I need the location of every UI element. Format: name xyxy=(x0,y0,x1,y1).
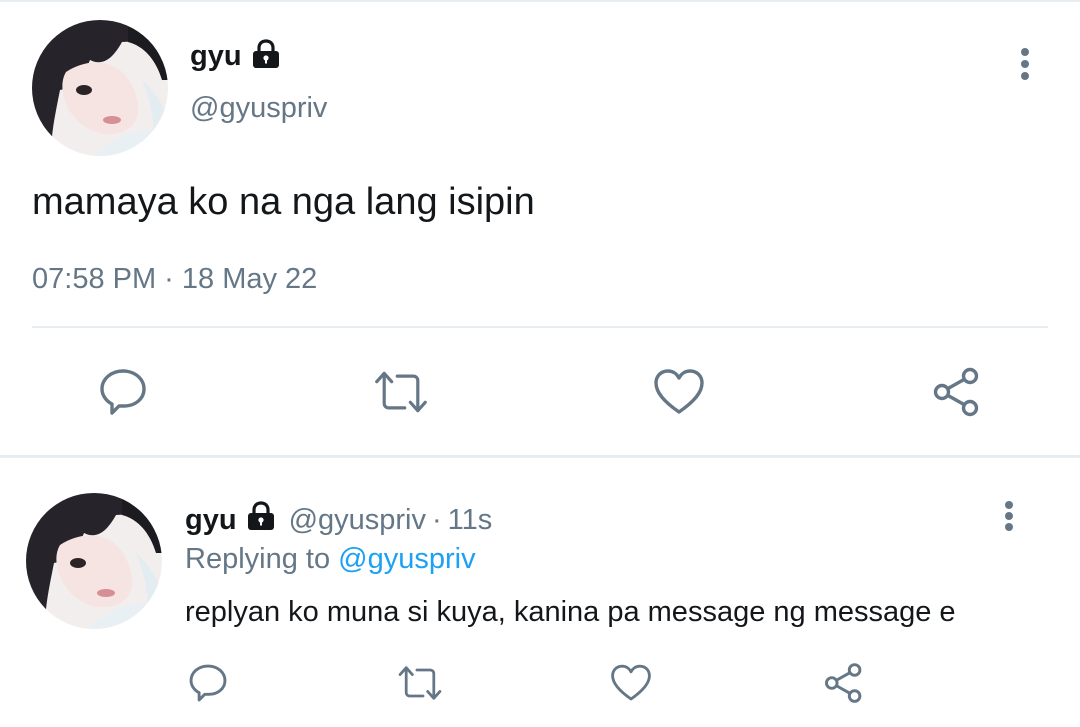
share-icon[interactable] xyxy=(929,364,985,420)
tweet-timestamp[interactable]: 07:58 PM · 18 May 22 xyxy=(32,259,317,299)
reply-icon[interactable] xyxy=(185,660,231,706)
author-handle[interactable]: @gyuspriv xyxy=(190,88,327,128)
divider xyxy=(32,326,1048,328)
reply-icon[interactable] xyxy=(95,364,151,420)
reply-author-handle[interactable]: @gyuspriv xyxy=(289,504,426,537)
section-divider xyxy=(0,455,1080,458)
avatar[interactable] xyxy=(26,493,162,629)
reply-text: replyan ko muna si kuya, kanina pa messa… xyxy=(185,596,956,628)
share-icon[interactable] xyxy=(821,660,867,706)
reply-author-name[interactable]: gyu xyxy=(185,504,237,537)
replying-to-label: Replying to xyxy=(185,543,331,575)
tweet-thread: gyu @gyuspriv mamaya ko na nga lang isip… xyxy=(0,0,1080,727)
author-name[interactable]: gyu xyxy=(190,36,242,76)
like-icon[interactable] xyxy=(608,660,654,706)
avatar[interactable] xyxy=(32,20,168,156)
separator-dot: · xyxy=(432,503,442,536)
retweet-icon[interactable] xyxy=(373,364,429,420)
like-icon[interactable] xyxy=(651,364,707,420)
more-options-icon[interactable] xyxy=(1001,501,1017,531)
more-options-icon[interactable] xyxy=(1017,48,1033,80)
replying-to: Replying to @gyuspriv xyxy=(185,539,476,579)
reply-time[interactable]: 11s xyxy=(448,504,493,537)
top-divider xyxy=(0,0,1080,2)
replying-to-mention[interactable]: @gyuspriv xyxy=(338,543,475,575)
retweet-icon[interactable] xyxy=(397,660,443,706)
reply-header: gyu @gyuspriv · 11s xyxy=(185,500,492,540)
author-name-row: gyu xyxy=(190,36,282,76)
lock-icon xyxy=(250,38,282,74)
tweet-text: mamaya ko na nga lang isipin xyxy=(32,181,535,223)
lock-icon xyxy=(245,501,277,539)
